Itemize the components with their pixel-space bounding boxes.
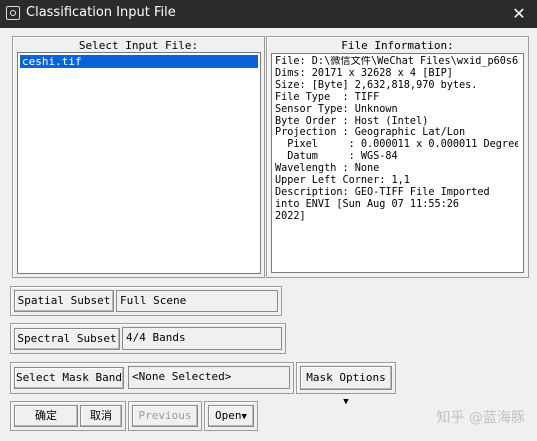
- file-info-text: File: D:\微信文件\WeChat Files\wxid_p60s6 Di…: [275, 56, 518, 222]
- mask-options-button[interactable]: Mask Options ▼: [300, 366, 392, 407]
- spectral-subset-field: 4/4 Bands: [122, 327, 282, 350]
- input-file-list[interactable]: ceshi.tif: [17, 52, 261, 274]
- list-item[interactable]: ceshi.tif: [20, 55, 258, 68]
- chevron-down-icon: ▼: [241, 412, 247, 422]
- spectral-subset-button[interactable]: Spectral Subset: [14, 328, 120, 350]
- select-mask-band-button[interactable]: Select Mask Band: [14, 367, 124, 389]
- ok-button[interactable]: 确定: [14, 405, 78, 427]
- select-input-label: Select Input File:: [78, 39, 199, 52]
- mask-options-label: Mask Options: [306, 371, 386, 384]
- file-info-panel: File Information: File: D:\微信文件\WeChat F…: [266, 36, 529, 278]
- title-bar: Classification Input File ✕: [0, 0, 537, 28]
- open-label: Open: [215, 409, 242, 422]
- spatial-subset-button[interactable]: Spatial Subset: [14, 290, 114, 312]
- select-input-panel: Select Input File: ceshi.tif: [12, 36, 265, 278]
- open-button[interactable]: Open▼: [208, 405, 254, 427]
- file-info-box: File: D:\微信文件\WeChat Files\wxid_p60s6 Di…: [271, 53, 524, 273]
- previous-button[interactable]: Previous: [132, 405, 198, 427]
- chevron-down-icon: ▼: [343, 397, 349, 407]
- window-title: Classification Input File: [26, 5, 176, 20]
- close-button[interactable]: ✕: [501, 0, 537, 28]
- cancel-button[interactable]: 取消: [80, 405, 122, 427]
- file-info-label: File Information:: [341, 39, 454, 52]
- mask-band-field: <None Selected>: [128, 366, 290, 389]
- watermark: 知乎 @蓝海豚: [436, 410, 525, 426]
- spatial-subset-field: Full Scene: [116, 290, 278, 312]
- app-icon: [6, 6, 20, 20]
